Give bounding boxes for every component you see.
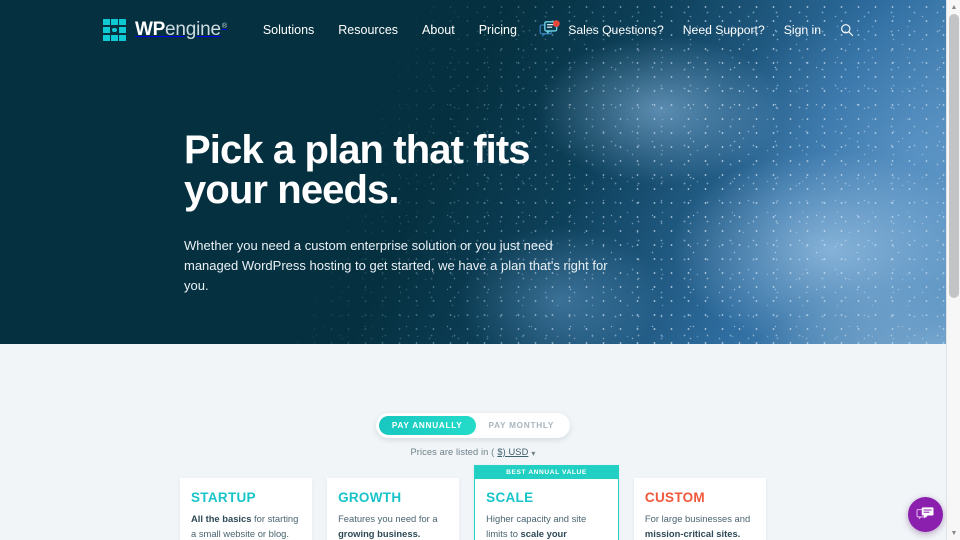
chat-widget-button[interactable] [908, 497, 943, 532]
plan-description: For large businesses and mission-critica… [645, 512, 755, 540]
main-navigation: WP engine ® Solutions Resources About Pr… [0, 0, 946, 60]
plan-description: Features you need for a growing business… [338, 512, 448, 540]
hero-subtitle: Whether you need a custom enterprise sol… [184, 238, 608, 293]
search-icon[interactable] [840, 23, 854, 37]
chevron-down-icon[interactable]: ▾ [531, 449, 535, 458]
page-content: WP engine ® Solutions Resources About Pr… [0, 0, 946, 540]
browser-viewport: WP engine ® Solutions Resources About Pr… [0, 0, 960, 540]
plan-card-scale[interactable]: BEST ANNUAL VALUE SCALE Higher capacity … [474, 465, 619, 540]
logo-wordmark: WP engine ® [135, 19, 227, 41]
nav-link-need-support[interactable]: Need Support? [683, 23, 765, 37]
plan-desc-rest: For large businesses and [644, 513, 751, 524]
plan-desc-line2: small website or blog. [198, 527, 289, 539]
scroll-up-arrow-icon[interactable]: ▲ [947, 0, 960, 14]
plan-name: GROWTH [338, 490, 402, 505]
scroll-down-arrow-icon[interactable]: ▼ [947, 526, 960, 540]
billing-toggle-area: PAY ANNUALLY PAY MONTHLY Prices are list… [0, 344, 946, 458]
logo-wp-text: WP [135, 19, 166, 40]
plan-desc-rest: Features you need for a [338, 513, 438, 524]
currency-selector[interactable]: Prices are listed in ($) USD ▾ [410, 447, 535, 458]
chat-widget-icon [916, 507, 934, 520]
plan-desc-line2: business. [377, 527, 421, 539]
plan-card-list: STARTUP All the basics for starting a sm… [180, 465, 766, 540]
toggle-pay-annually[interactable]: PAY ANNUALLY [378, 416, 476, 435]
nav-link-solutions[interactable]: Solutions [263, 23, 314, 37]
plan-card-body: CUSTOM For large businesses and mission-… [634, 478, 766, 540]
scrollbar-thumb[interactable] [949, 14, 959, 298]
plan-card-growth[interactable]: GROWTH Features you need for a growing b… [327, 478, 460, 540]
plan-card-custom[interactable]: CUSTOM For large businesses and mission-… [633, 478, 766, 540]
plan-name: CUSTOM [644, 490, 705, 505]
sales-questions-label: Sales Questions? [568, 23, 664, 37]
nav-link-resources[interactable]: Resources [338, 23, 398, 37]
plan-card-startup[interactable]: STARTUP All the basics for starting a sm… [180, 478, 313, 540]
hero-section: WP engine ® Solutions Resources About Pr… [0, 0, 946, 344]
nav-link-pricing[interactable]: Pricing [479, 23, 517, 37]
hero-copy: Pick a plan that fits your needs. Whethe… [184, 130, 946, 296]
utility-nav: Sales Questions? Need Support? Sign in [539, 20, 854, 40]
page-scrollbar[interactable]: ▲ ▼ [946, 0, 960, 540]
plan-card-body: SCALE Higher capacity and site limits to… [475, 479, 618, 540]
chat-bubbles-notification-icon [539, 20, 561, 40]
currency-value[interactable]: $) USD [497, 447, 528, 457]
plan-card-body: STARTUP All the basics for starting a sm… [180, 478, 312, 540]
plan-desc-emphasis: growing [338, 527, 375, 539]
nav-link-about[interactable]: About [422, 23, 455, 37]
site-logo[interactable]: WP engine ® [103, 18, 227, 42]
plan-description: All the basics for starting a small webs… [191, 512, 301, 540]
page-title: Pick a plan that fits your needs. [184, 128, 531, 212]
primary-nav-links: Solutions Resources About Pricing [263, 23, 517, 37]
plan-desc-emphasis: All the basics [191, 513, 252, 524]
nav-link-sales-questions[interactable]: Sales Questions? [539, 20, 664, 40]
wpengine-logo-icon [103, 18, 126, 42]
plan-desc-line2: mission-critical sites. [644, 527, 741, 539]
best-value-ribbon: BEST ANNUAL VALUE [475, 466, 618, 479]
billing-period-toggle[interactable]: PAY ANNUALLY PAY MONTHLY [375, 413, 571, 438]
toggle-pay-monthly[interactable]: PAY MONTHLY [476, 416, 568, 435]
plan-name: SCALE [486, 490, 534, 505]
nav-link-sign-in[interactable]: Sign in [784, 23, 821, 37]
logo-registered-mark: ® [221, 23, 227, 30]
logo-engine-text: engine [165, 19, 221, 40]
plan-description: Higher capacity and site limits to scale… [486, 512, 607, 540]
plan-name: STARTUP [191, 490, 256, 505]
plan-card-body: GROWTH Features you need for a growing b… [327, 478, 459, 540]
currency-note-prefix: Prices are listed in ( [410, 447, 495, 457]
